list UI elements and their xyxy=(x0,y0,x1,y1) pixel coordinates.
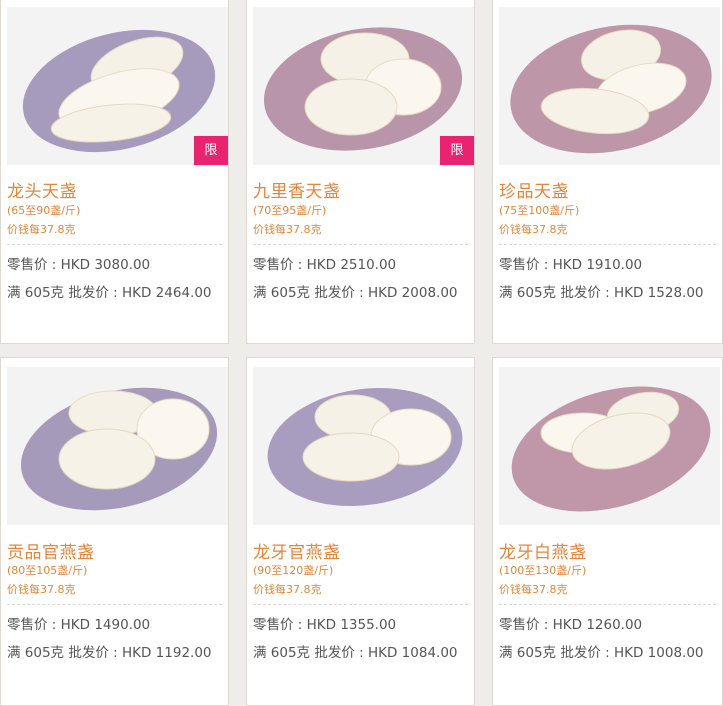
wholesale-price: 满 605克 批发价 : HKD 1084.00 xyxy=(253,645,458,661)
divider xyxy=(499,244,716,245)
retail-price: 零售价 : HKD 1490.00 xyxy=(7,617,151,633)
nest xyxy=(302,432,400,482)
retail-price: 零售价 : HKD 1910.00 xyxy=(499,257,643,273)
retail-price: 零售价 : HKD 1260.00 xyxy=(499,617,643,633)
nest xyxy=(58,428,156,490)
unit-price-note: 价钱每37.8克 xyxy=(253,583,322,596)
birds-nest-photo xyxy=(511,386,711,512)
product-name[interactable]: 珍品天盏 xyxy=(499,177,569,202)
divider xyxy=(253,604,468,605)
product-image[interactable] xyxy=(499,367,720,525)
product-spec: (90至120盏/斤) xyxy=(253,564,334,577)
product-name[interactable]: 九里香天盏 xyxy=(253,177,341,202)
divider xyxy=(7,604,222,605)
product-grid: 限 龙头天盏 (65至90盏/斤) 价钱每37.8克 零售价 : HKD 308… xyxy=(0,0,723,706)
divider xyxy=(499,604,716,605)
unit-price-note: 价钱每37.8克 xyxy=(253,223,322,236)
product-spec: (65至90盏/斤) xyxy=(7,204,81,217)
product-spec: (70至95盏/斤) xyxy=(253,204,327,217)
birds-nest-photo xyxy=(20,387,218,511)
product-image[interactable] xyxy=(499,7,720,165)
unit-price-note: 价钱每37.8克 xyxy=(499,583,568,596)
birds-nest-photo xyxy=(267,387,463,507)
product-spec: (80至105盏/斤) xyxy=(7,564,88,577)
product-image[interactable]: 限 xyxy=(7,7,228,165)
product-spec: (75至100盏/斤) xyxy=(499,204,580,217)
wholesale-price: 满 605克 批发价 : HKD 1192.00 xyxy=(7,645,212,661)
retail-price: 零售价 : HKD 2510.00 xyxy=(253,257,397,273)
wholesale-price: 满 605克 批发价 : HKD 2008.00 xyxy=(253,285,458,301)
retail-price: 零售价 : HKD 3080.00 xyxy=(7,257,151,273)
product-card[interactable]: 珍品天盏 (75至100盏/斤) 价钱每37.8克 零售价 : HKD 1910… xyxy=(492,0,723,344)
product-image[interactable] xyxy=(253,367,474,525)
unit-price-note: 价钱每37.8克 xyxy=(7,223,76,236)
nest xyxy=(304,78,398,136)
product-name[interactable]: 龙牙白燕盏 xyxy=(499,538,587,563)
product-card[interactable]: 龙牙官燕盏 (90至120盏/斤) 价钱每37.8克 零售价 : HKD 135… xyxy=(246,357,475,706)
product-image[interactable]: 限 xyxy=(253,7,474,165)
product-name[interactable]: 龙牙官燕盏 xyxy=(253,538,341,563)
product-card[interactable]: 龙牙白燕盏 (100至130盏/斤) 价钱每37.8克 零售价 : HKD 12… xyxy=(492,357,723,706)
wholesale-price: 满 605克 批发价 : HKD 1528.00 xyxy=(499,285,704,301)
limited-badge: 限 xyxy=(194,136,228,165)
unit-price-note: 价钱每37.8克 xyxy=(7,583,76,596)
product-name[interactable]: 贡品官燕盏 xyxy=(7,538,95,563)
birds-nest-photo xyxy=(510,24,712,154)
product-image[interactable] xyxy=(7,367,228,525)
product-name[interactable]: 龙头天盏 xyxy=(7,177,77,202)
product-card[interactable]: 限 九里香天盏 (70至95盏/斤) 价钱每37.8克 零售价 : HKD 25… xyxy=(246,0,475,344)
unit-price-note: 价钱每37.8克 xyxy=(499,223,568,236)
wholesale-price: 满 605克 批发价 : HKD 1008.00 xyxy=(499,645,704,661)
divider xyxy=(7,244,222,245)
product-card[interactable]: 贡品官燕盏 (80至105盏/斤) 价钱每37.8克 零售价 : HKD 149… xyxy=(0,357,229,706)
product-spec: (100至130盏/斤) xyxy=(499,564,587,577)
limited-badge: 限 xyxy=(440,136,474,165)
divider xyxy=(253,244,468,245)
product-card[interactable]: 限 龙头天盏 (65至90盏/斤) 价钱每37.8克 零售价 : HKD 308… xyxy=(0,0,229,344)
wholesale-price: 满 605克 批发价 : HKD 2464.00 xyxy=(7,285,212,301)
retail-price: 零售价 : HKD 1355.00 xyxy=(253,617,397,633)
